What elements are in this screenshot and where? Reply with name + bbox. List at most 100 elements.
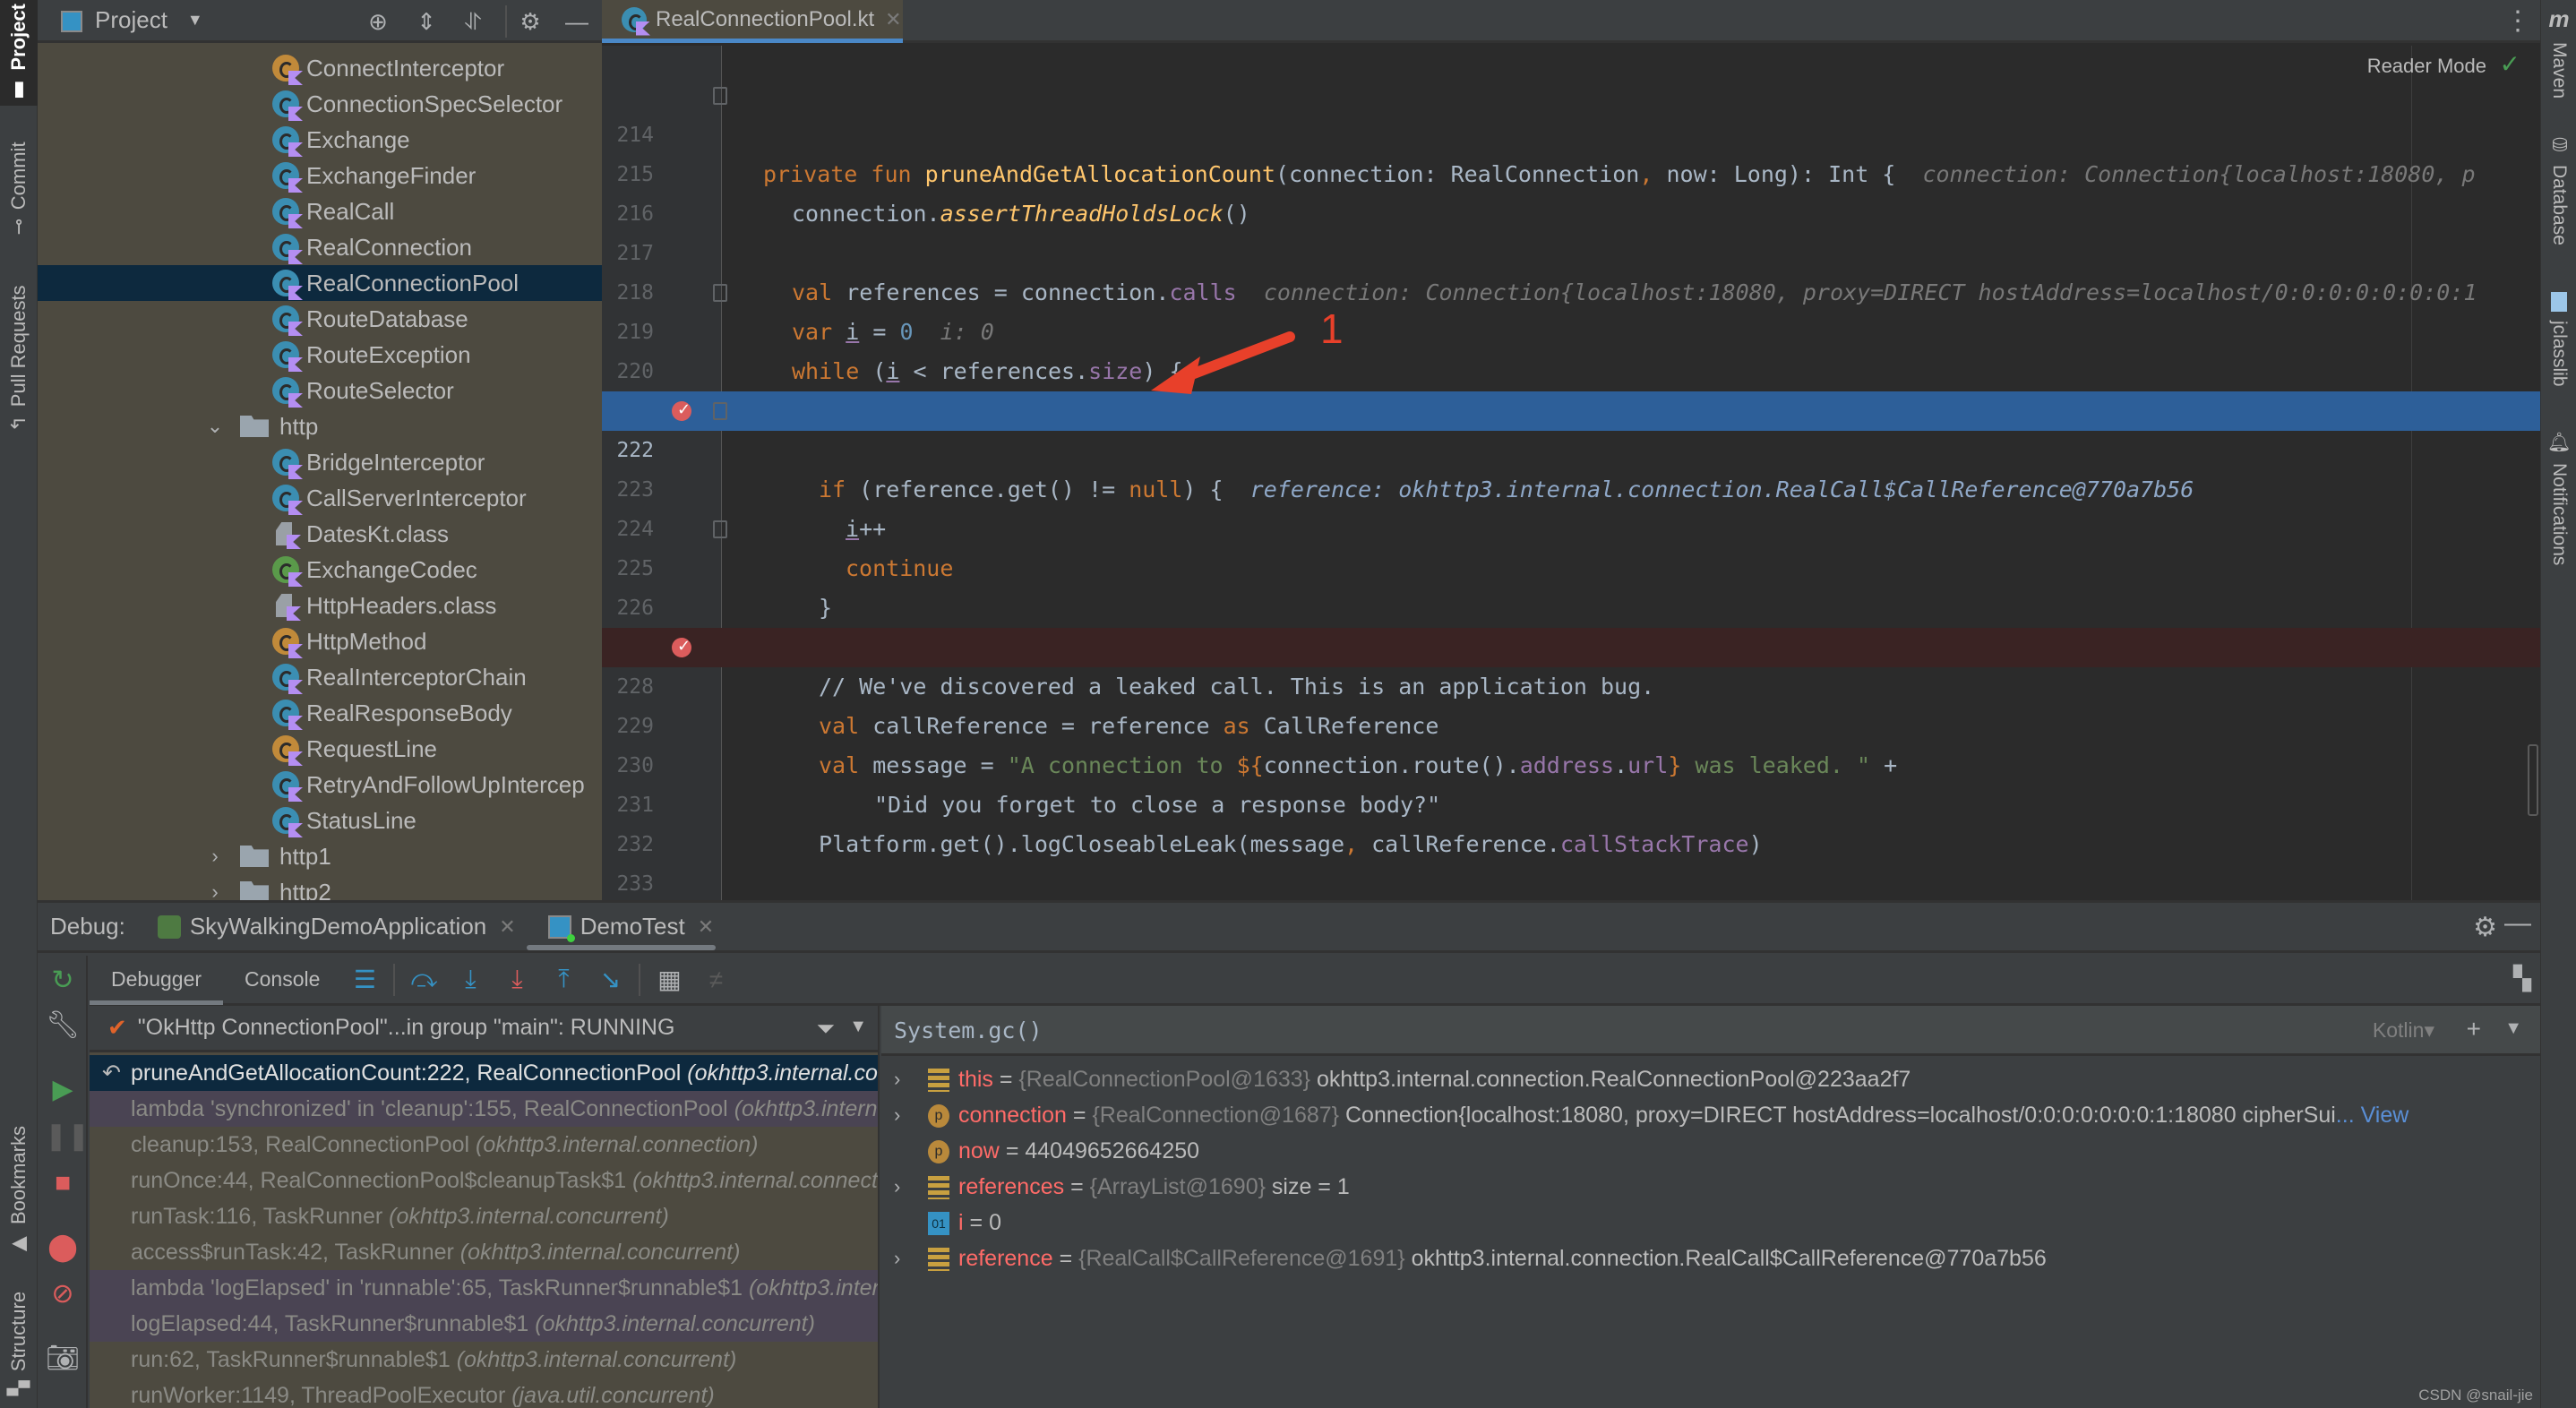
variable-row-i[interactable]: 01 i = 0 (881, 1205, 2540, 1241)
trace-current-stream-icon[interactable]: ≠ (692, 966, 739, 994)
chevron-right-icon[interactable]: › (894, 1061, 900, 1097)
mute-breakpoints-icon[interactable]: ⊘ (45, 1276, 81, 1312)
chevron-right-icon[interactable]: › (894, 1241, 900, 1276)
variable-type: {ArrayList@1690} (1089, 1174, 1266, 1199)
step-out-icon[interactable]: ⤒ (540, 965, 587, 994)
variable-text: now = 44049652664250 (958, 1133, 1199, 1169)
variable-row-connection[interactable]: › p connection = {RealConnection@1687} Con… (881, 1097, 2540, 1133)
frame-method: lambda 'logElapsed' in 'runnable':65, Ta… (131, 1275, 749, 1301)
stack-frame[interactable]: lambda 'logElapsed' in 'runnable':65, Ta… (90, 1270, 880, 1306)
close-tab-icon[interactable]: ✕ (698, 915, 714, 939)
frame-package: (okhttp3.internal.concurrent) (748, 1275, 880, 1301)
frame-method: run:62, TaskRunner$runnable$1 (131, 1347, 457, 1372)
force-step-into-icon[interactable]: ⤓ (494, 965, 540, 994)
variable-type: {RealCall$CallReference@1691} (1078, 1246, 1405, 1271)
debug-tool-window: Debug: SkyWalkingDemoApplication ✕ DemoT… (38, 900, 2540, 1408)
stack-frame[interactable]: cleanup:153, RealConnectionPool (okhttp3… (90, 1127, 878, 1163)
view-breakpoints-icon[interactable]: ⬤ (45, 1230, 81, 1266)
debug-header: Debug: SkyWalkingDemoApplication ✕ DemoT… (38, 903, 2540, 953)
frames-panel: ✔ "OkHttp ConnectionPool"...in group "ma… (90, 1006, 880, 1408)
frame-package: (okhttp3.internal.concurrent) (456, 1347, 737, 1372)
debug-session-tab-skywalking[interactable]: SkyWalkingDemoApplication ✕ (157, 902, 516, 952)
evaluate-expression-row: Kotlin▾ + ▼ (881, 1006, 2540, 1056)
notification-bell-icon: 🔔︎ (2549, 430, 2570, 454)
variable-name: now (958, 1138, 1000, 1163)
frame-package: (okhttp3.internal.connection) (476, 1132, 759, 1157)
evaluate-expression-icon[interactable]: ▦ (646, 965, 692, 994)
add-watch-icon[interactable]: + (2467, 1015, 2481, 1043)
chevron-right-icon[interactable]: › (894, 1169, 900, 1205)
variable-name: connection (958, 1103, 1067, 1128)
wrench-icon[interactable]: 🔧︎ (45, 1008, 81, 1043)
step-into-icon[interactable]: ⤓ (447, 965, 494, 994)
variable-row-references[interactable]: › references = {ArrayList@1690} size = 1 (881, 1169, 2540, 1205)
frame-method: runOnce:44, RealConnectionPool$cleanupTa… (131, 1168, 633, 1193)
spring-boot-app-icon (157, 914, 181, 939)
variable-text: this = {RealConnectionPool@1633} okhttp3… (958, 1061, 1911, 1097)
variable-type: {RealConnectionPool@1633} (1018, 1067, 1311, 1092)
chevron-down-icon[interactable]: ▼ (849, 1017, 867, 1037)
stack-frame[interactable]: runWorker:1149, ThreadPoolExecutor (java… (90, 1378, 878, 1408)
tab-console[interactable]: Console (223, 955, 341, 1005)
frame-package: (java.util.concurrent) (511, 1383, 715, 1408)
stop-icon[interactable]: ■ (45, 1165, 81, 1201)
variable-row-reference[interactable]: › reference = {RealCall$CallReference@169… (881, 1241, 2540, 1276)
tab-debugger[interactable]: Debugger (90, 955, 224, 1005)
variable-value: 0 (989, 1210, 1001, 1235)
variable-value: size = 1 (1271, 1174, 1350, 1199)
frame-method: access$runTask:42, TaskRunner (131, 1240, 460, 1265)
equals-sign: = (992, 1067, 1019, 1092)
close-tab-icon[interactable]: ✕ (499, 915, 515, 939)
stripe-tab-maven[interactable]: m Maven (2541, 5, 2576, 99)
variable-row-now[interactable]: p now = 44049652664250 (881, 1133, 2540, 1169)
stack-frame[interactable]: runOnce:44, RealConnectionPool$cleanupTa… (90, 1163, 878, 1198)
frame-method: runWorker:1149, ThreadPoolExecutor (131, 1383, 512, 1408)
stack-frame[interactable]: logElapsed:44, TaskRunner$runnable$1 (ok… (90, 1306, 878, 1342)
variable-name: reference (958, 1246, 1053, 1271)
pause-icon[interactable]: ❚❚ (45, 1119, 90, 1155)
language-selector[interactable]: Kotlin▾ (2373, 1018, 2434, 1043)
stripe-tab-database[interactable]: ⛁ Database (2541, 134, 2576, 245)
gear-icon[interactable]: ⚙ (2473, 912, 2497, 943)
equals-sign: = (1066, 1103, 1093, 1128)
variables-panel: Kotlin▾ + ▼ › this = {RealConnectionPool@… (881, 1006, 2540, 1408)
equals-sign: = (1052, 1246, 1079, 1271)
frame-method: logElapsed:44, TaskRunner$runnable$1 (131, 1311, 536, 1336)
rerun-icon[interactable]: ↻ (45, 963, 81, 999)
stack-frame[interactable]: run:62, TaskRunner$runnable$1 (okhttp3.i… (90, 1342, 878, 1378)
stack-frame[interactable]: ↶ pruneAndGetAllocationCount:222, RealCon… (90, 1055, 878, 1091)
run-to-cursor-icon[interactable]: ↘ (587, 965, 633, 994)
evaluate-expression-input[interactable] (894, 1013, 2058, 1049)
show-execution-point-icon[interactable]: ☰ (341, 965, 388, 994)
thread-selector[interactable]: ✔ "OkHttp ConnectionPool"...in group "ma… (90, 1006, 878, 1052)
primitive-icon: 01 (928, 1212, 949, 1235)
stack-frame[interactable]: access$runTask:42, TaskRunner (okhttp3.i… (90, 1234, 878, 1270)
variable-value: Connection{localhost:18080, proxy=DIRECT… (1344, 1103, 2336, 1128)
stack-frame[interactable]: lambda 'synchronized' in 'cleanup':155, … (90, 1091, 878, 1127)
view-link[interactable]: ... View (2336, 1103, 2409, 1128)
filter-icon[interactable]: ⏷ (816, 1015, 835, 1043)
layout-settings-icon[interactable]: ▚ (2513, 965, 2531, 992)
step-over-icon[interactable]: ⤼ (400, 965, 447, 994)
stripe-tab-jclasslib[interactable]: jclasslib (2541, 292, 2576, 387)
divider (639, 963, 641, 996)
chevron-right-icon[interactable]: › (894, 1097, 900, 1133)
variable-row-this[interactable]: › this = {RealConnectionPool@1633} okhttp… (881, 1061, 2540, 1097)
stack-frame[interactable]: runTask:116, TaskRunner (okhttp3.interna… (90, 1198, 878, 1234)
debug-session-tab-demotest[interactable]: DemoTest ✕ (526, 902, 717, 952)
database-icon: ⛁ (2549, 134, 2570, 156)
field-icon (928, 1069, 949, 1092)
minimize-icon[interactable]: — (2504, 908, 2531, 939)
camera-icon[interactable]: 📷︎ (45, 1341, 81, 1377)
field-icon (928, 1176, 949, 1199)
variable-value: 44049652664250 (1025, 1138, 1200, 1163)
stripe-tab-notifications[interactable]: 🔔︎ Notifications (2541, 430, 2576, 565)
frame-method: lambda 'synchronized' in 'cleanup':155, … (131, 1096, 734, 1121)
field-icon (928, 1248, 949, 1271)
frame-package: (okhttp3.internal.concurrent) (535, 1311, 815, 1336)
chevron-down-icon[interactable]: ▼ (2504, 1018, 2522, 1039)
thread-label: "OkHttp ConnectionPool"...in group "main… (137, 1015, 675, 1040)
variable-text: connection = {RealConnection@1687} Conne… (958, 1097, 2409, 1133)
frame-package: (okhttp3.internal.connection) (687, 1060, 878, 1086)
resume-program-icon[interactable]: ▶ (45, 1072, 81, 1108)
